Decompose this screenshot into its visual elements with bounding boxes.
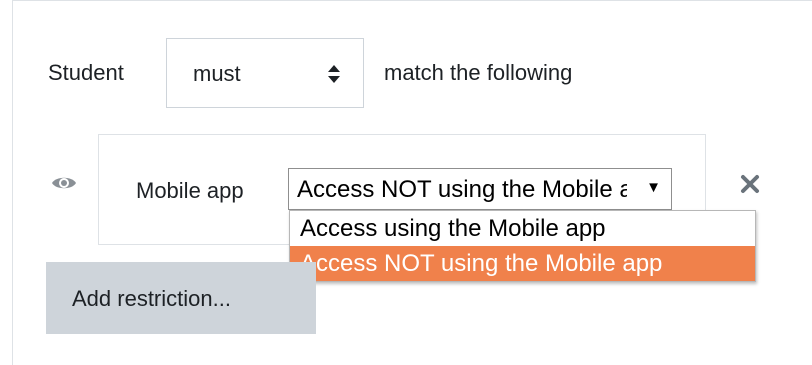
mobile-access-select-value: Access NOT using the Mobile app xyxy=(297,176,627,203)
option-access-not-using-mobile[interactable]: Access NOT using the Mobile app xyxy=(290,246,755,281)
option-access-using-mobile[interactable]: Access using the Mobile app xyxy=(290,211,755,246)
add-restriction-label: Add restriction... xyxy=(72,286,231,311)
updown-arrows-icon xyxy=(327,61,341,85)
add-restriction-button[interactable]: Add restriction... xyxy=(46,262,316,334)
mobile-access-select[interactable]: Access NOT using the Mobile app ▼ xyxy=(288,168,672,210)
mobile-access-dropdown: Access using the Mobile app Access NOT u… xyxy=(289,210,756,282)
match-following-label: match the following xyxy=(384,60,573,85)
eye-icon[interactable] xyxy=(51,174,77,192)
must-select[interactable]: must xyxy=(166,38,364,108)
mobile-app-label: Mobile app xyxy=(136,178,244,203)
student-label: Student xyxy=(48,60,124,85)
close-icon[interactable] xyxy=(736,170,764,198)
dropdown-caret-icon: ▼ xyxy=(642,177,661,199)
must-select-value: must xyxy=(193,61,241,86)
